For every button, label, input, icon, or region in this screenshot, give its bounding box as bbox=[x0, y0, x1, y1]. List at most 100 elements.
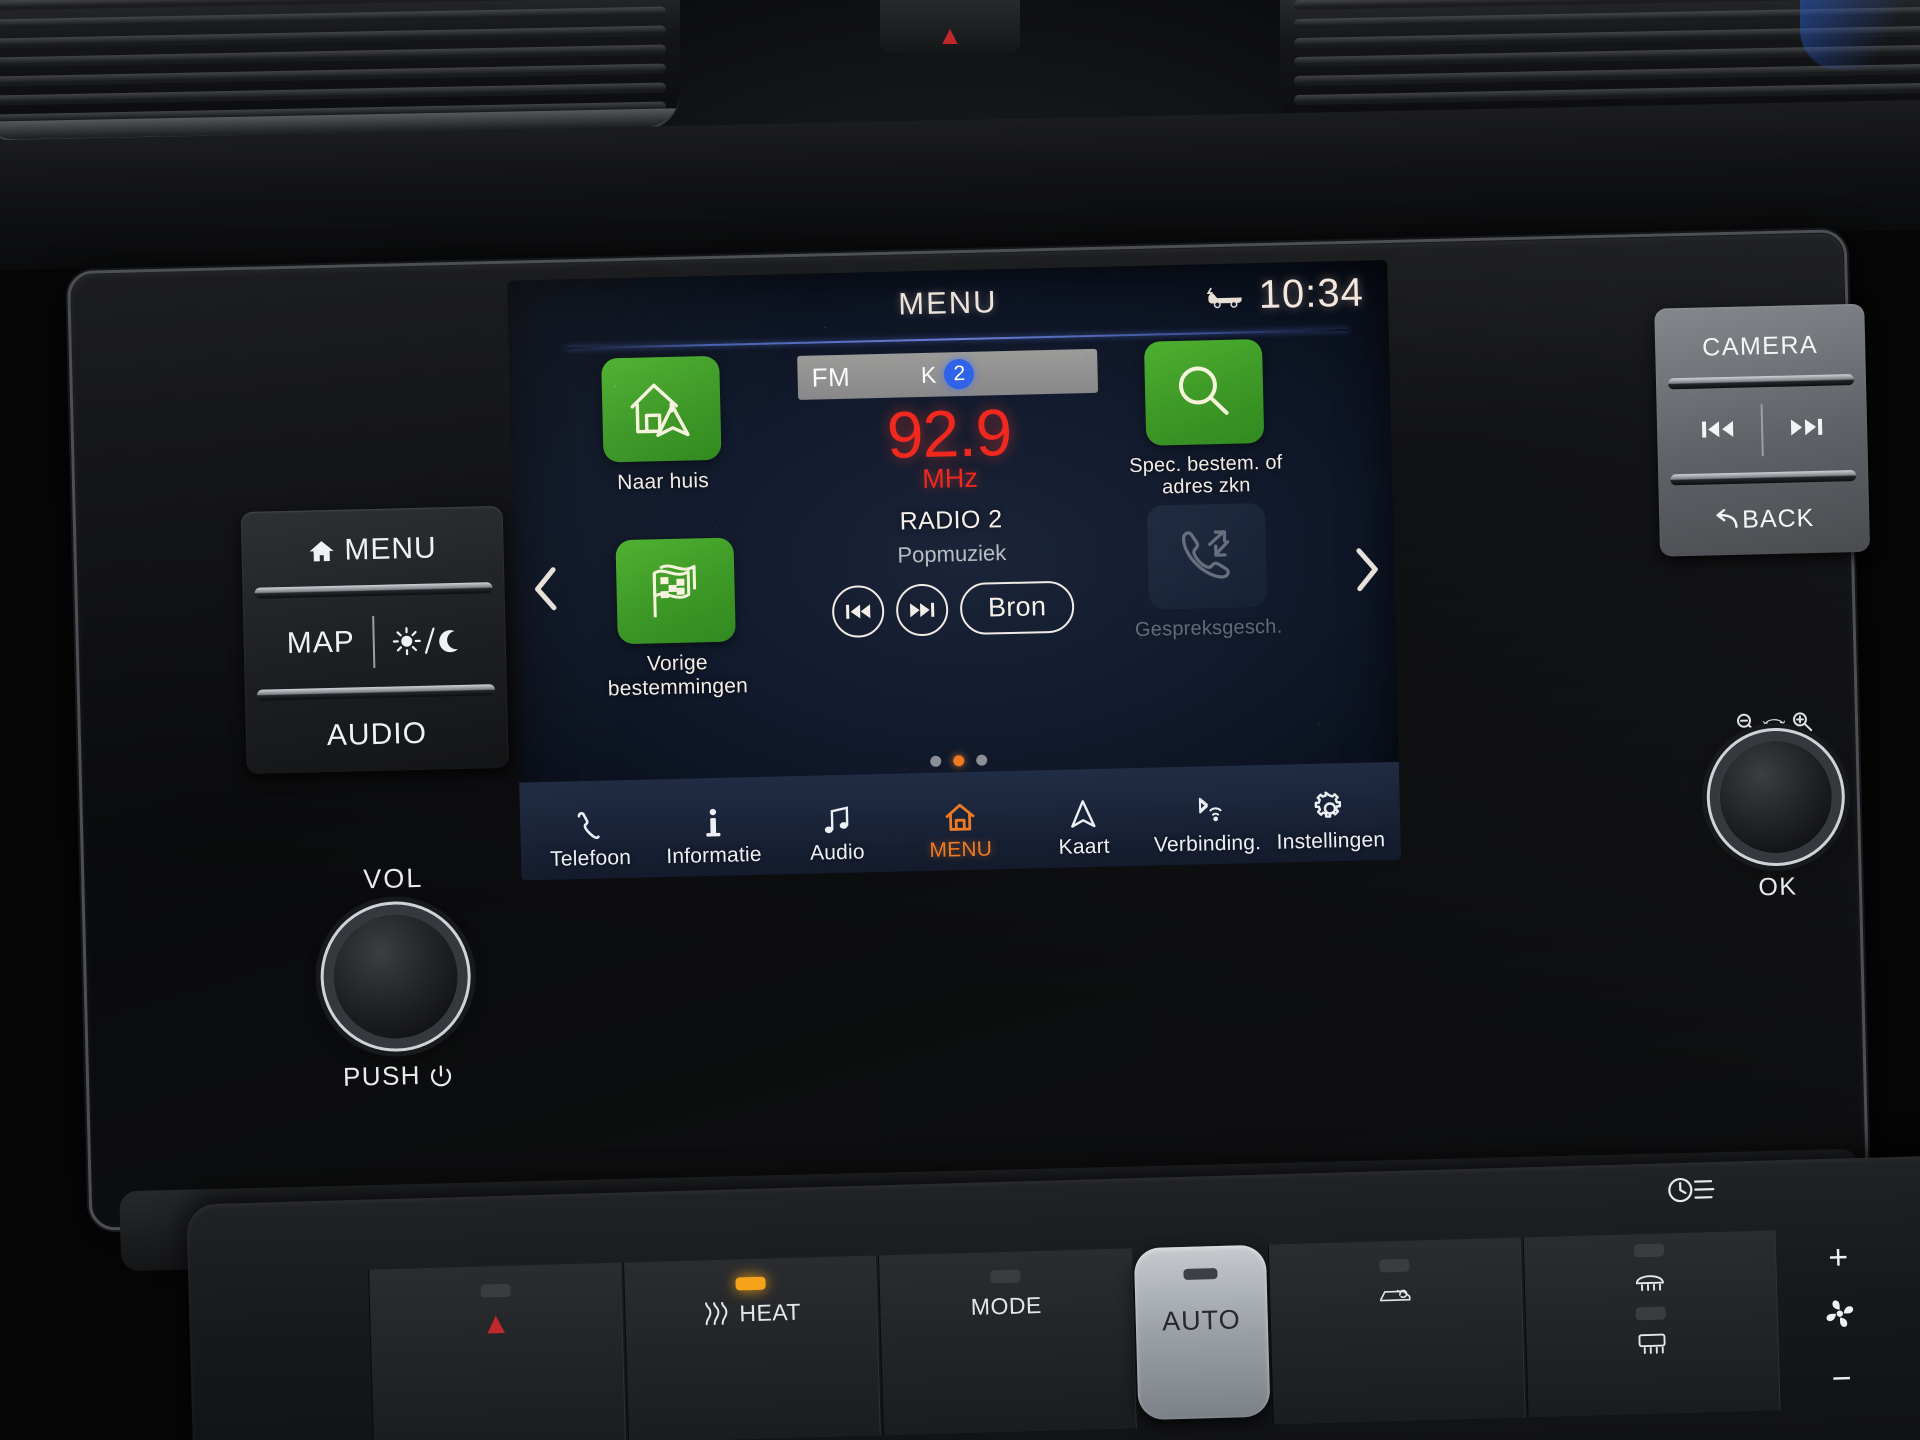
nav-item-kaart[interactable]: Kaart bbox=[1021, 792, 1146, 861]
fan-increase-button[interactable]: + bbox=[1828, 1238, 1849, 1278]
knob-marker bbox=[1182, 1268, 1218, 1280]
climate-fan-controls: + − bbox=[1778, 1227, 1903, 1410]
ok-knob-label: OK bbox=[1758, 872, 1798, 902]
radio-panel: FM K 2 92.9 MHz RADIO 2 Popmuziek Bron bbox=[777, 338, 1124, 639]
climate-defrost-buttons[interactable] bbox=[1522, 1230, 1781, 1418]
radio-preset: K 2 bbox=[921, 358, 975, 390]
zoom-indicator bbox=[1735, 710, 1813, 734]
nav-item-instellingen[interactable]: Instellingen bbox=[1268, 786, 1393, 855]
led-indicator bbox=[1379, 1258, 1410, 1273]
screen-body: Naar huis Vorige bestemmingen Spec. best… bbox=[509, 332, 1399, 783]
tile-spec-bestemming-square bbox=[1143, 338, 1265, 446]
home-icon bbox=[309, 541, 334, 562]
page-dot-active[interactable] bbox=[953, 755, 965, 767]
led-indicator bbox=[990, 1269, 1021, 1284]
hard-button-audio[interactable]: AUDIO bbox=[245, 696, 509, 774]
bluetooth-wifi-icon bbox=[1189, 790, 1224, 829]
skip-forward-icon bbox=[909, 602, 935, 618]
head-unit: MENU 10:34 Naar huis Vorige bestemmingen… bbox=[66, 229, 1871, 1231]
pad-split-lower bbox=[1670, 470, 1857, 486]
tile-gespreksgeschiedenis-square bbox=[1146, 502, 1268, 610]
nav-item-audio[interactable]: Audio bbox=[774, 798, 899, 867]
tile-naar-huis-square bbox=[601, 355, 722, 463]
climate-heat-label: HEAT bbox=[739, 1298, 802, 1327]
radio-preset-number: 2 bbox=[943, 358, 975, 390]
call-history-icon bbox=[1181, 530, 1230, 579]
volume-knob-label: VOL bbox=[362, 862, 424, 895]
tile-gespreksgeschiedenis-label: Gespreksgesch. bbox=[1134, 615, 1283, 642]
tile-spec-bestemming-label: Spec. bestem. of adres zkn bbox=[1129, 452, 1283, 500]
hard-button-back[interactable]: BACK bbox=[1659, 484, 1870, 555]
climate-auto-label: AUTO bbox=[1161, 1304, 1242, 1337]
zoom-in-icon bbox=[1792, 712, 1813, 732]
tile-vorige-bestemmingen-label: Vorige bestemmingen bbox=[607, 650, 749, 700]
infotainment-screen[interactable]: MENU 10:34 Naar huis Vorige bestemmingen… bbox=[507, 259, 1402, 881]
nav-label: Informatie bbox=[666, 842, 762, 869]
page-dot[interactable] bbox=[976, 754, 988, 766]
hard-button-map-label: MAP bbox=[286, 625, 356, 661]
skip-back-icon[interactable] bbox=[1701, 416, 1736, 446]
climate-recirculation-button[interactable] bbox=[1267, 1237, 1526, 1425]
hazard-triangle-icon: ▲ bbox=[937, 20, 963, 50]
recirculation-icon bbox=[1380, 1289, 1411, 1302]
gear-icon bbox=[1313, 787, 1348, 826]
hard-button-track-skip[interactable] bbox=[1656, 388, 1868, 473]
radio-source-button[interactable]: Bron bbox=[959, 580, 1075, 635]
navigation-arrow-icon bbox=[1066, 793, 1101, 832]
volume-knob[interactable] bbox=[332, 913, 460, 1040]
nav-label: Telefoon bbox=[549, 845, 632, 871]
rotate-arrows-icon bbox=[1763, 719, 1785, 725]
hard-button-menu[interactable]: MENU bbox=[241, 506, 505, 594]
tile-label-line1: Spec. bestem. of bbox=[1128, 451, 1283, 478]
hazard-button-top[interactable]: ▲ bbox=[880, 0, 1020, 54]
tile-naar-huis[interactable]: Naar huis bbox=[595, 355, 728, 496]
volume-knob-group: VOL PUSH bbox=[331, 862, 460, 1093]
car-dashboard-scene: ▲ MENU 10:34 Naar huis Vorige bestemming… bbox=[0, 0, 1920, 1440]
skip-back-icon bbox=[845, 603, 871, 619]
led-indicator bbox=[1635, 1306, 1667, 1321]
radio-genre: Popmuziek bbox=[897, 539, 1007, 568]
tile-label-line2: bestemmingen bbox=[607, 673, 749, 700]
page-dot[interactable] bbox=[930, 755, 942, 767]
tile-spec-bestemming-zoeken[interactable]: Spec. bestem. of adres zkn bbox=[1103, 338, 1307, 500]
nav-item-telefoon[interactable]: Telefoon bbox=[528, 803, 653, 872]
radio-band-bar[interactable]: FM K 2 bbox=[797, 348, 1099, 400]
radio-next-button[interactable] bbox=[895, 583, 949, 637]
seat-heat-icon bbox=[705, 1301, 728, 1325]
info-icon bbox=[696, 802, 731, 841]
climate-mode-button[interactable]: MODE bbox=[878, 1248, 1137, 1436]
climate-heat-button[interactable]: HEAT bbox=[623, 1255, 882, 1440]
climate-auto-knob[interactable]: AUTO bbox=[1133, 1244, 1271, 1421]
tile-label-line2: adres zkn bbox=[1161, 474, 1251, 499]
phone-icon bbox=[572, 805, 607, 844]
hard-button-audio-label: AUDIO bbox=[326, 716, 428, 753]
radio-previous-button[interactable] bbox=[831, 584, 885, 638]
skip-forward-icon[interactable] bbox=[1789, 414, 1824, 444]
nav-item-verbinding[interactable]: Verbinding. bbox=[1145, 789, 1270, 858]
sun-moon-icon bbox=[392, 625, 463, 657]
headlamp-timer-icon[interactable] bbox=[1664, 1172, 1717, 1212]
page-indicator-dots bbox=[930, 754, 988, 767]
climate-hazard-button[interactable]: ▲ bbox=[368, 1262, 627, 1440]
hazard-triangle-icon: ▲ bbox=[480, 1306, 512, 1341]
chevron-left-icon[interactable] bbox=[526, 561, 567, 616]
ok-knob[interactable] bbox=[1718, 739, 1834, 855]
tile-gespreksgeschiedenis[interactable]: Gespreksgesch. bbox=[1111, 502, 1304, 642]
fan-decrease-button[interactable]: − bbox=[1831, 1359, 1852, 1399]
hard-button-map-daynight[interactable]: MAP bbox=[243, 594, 507, 690]
button-divider bbox=[1760, 404, 1764, 457]
hard-button-camera[interactable]: CAMERA bbox=[1654, 308, 1866, 385]
hard-button-back-label: BACK bbox=[1741, 503, 1815, 534]
chevron-right-icon[interactable] bbox=[1346, 542, 1387, 597]
hard-button-menu-label: MENU bbox=[344, 531, 438, 567]
nav-item-informatie[interactable]: Informatie bbox=[651, 801, 776, 870]
clock: 10:34 bbox=[1258, 270, 1365, 318]
nav-item-menu[interactable]: MENU bbox=[898, 795, 1023, 864]
radio-frequency: 92.9 bbox=[885, 394, 1013, 472]
heat-led-indicator bbox=[735, 1276, 766, 1291]
button-divider bbox=[372, 615, 376, 668]
tile-vorige-bestemmingen[interactable]: Vorige bestemmingen bbox=[608, 537, 748, 700]
tile-naar-huis-label: Naar huis bbox=[616, 469, 710, 495]
tile-vorige-bestemmingen-square bbox=[615, 537, 736, 645]
nav-label: Kaart bbox=[1058, 834, 1111, 859]
